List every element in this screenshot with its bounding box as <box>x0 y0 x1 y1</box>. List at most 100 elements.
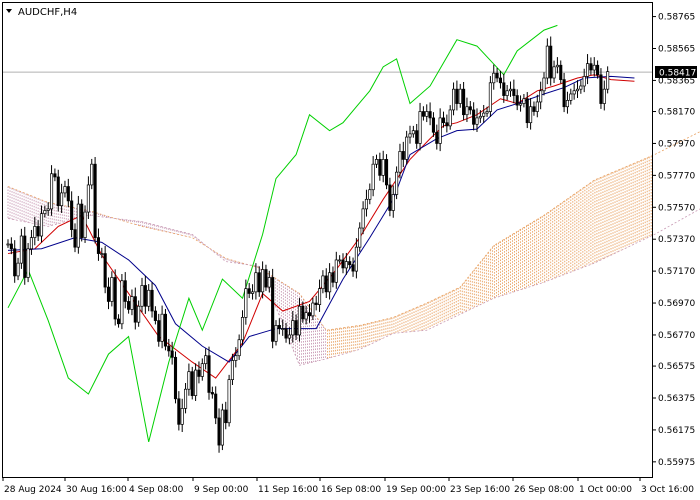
candle-body <box>318 288 322 305</box>
candle-body <box>83 211 87 238</box>
candle-body <box>19 235 23 264</box>
candle-body <box>555 64 559 68</box>
candle-body <box>251 291 255 294</box>
candle-body <box>472 109 476 125</box>
candle-body <box>351 264 355 272</box>
candle-body <box>328 272 332 293</box>
candle-body <box>120 280 124 325</box>
candle-body <box>361 208 365 229</box>
candle-body <box>106 286 111 302</box>
candle-body <box>194 369 198 396</box>
candle-body <box>411 130 415 135</box>
y-tick-label: 0.58565 <box>658 44 695 54</box>
candle-body <box>542 77 546 92</box>
candle-body <box>261 269 265 293</box>
candle-body <box>582 76 586 87</box>
candle-body <box>495 72 499 79</box>
candle-body <box>127 301 131 310</box>
candle-body <box>204 355 208 365</box>
candle-body <box>200 363 204 377</box>
candle-body <box>173 356 178 400</box>
candle-body <box>304 312 308 320</box>
candle-body <box>254 272 258 293</box>
y-tick-label: 0.57370 <box>658 235 695 245</box>
candle-body <box>508 88 513 92</box>
candle-body <box>418 111 422 144</box>
x-tick-label: 1 Oct 00:00 <box>579 485 632 495</box>
candle-body <box>53 173 57 178</box>
candle-body <box>549 45 553 79</box>
candle-body <box>197 369 201 377</box>
candle-body <box>465 106 469 116</box>
price-badge-value: 0.58417 <box>659 69 696 79</box>
candle-body <box>264 269 268 288</box>
candle-body <box>187 371 191 390</box>
candle-body <box>539 90 543 103</box>
y-tick-label: 0.56375 <box>658 394 695 404</box>
chart-area[interactable]: 0.587650.585650.583650.581700.579700.577… <box>0 0 700 500</box>
candle-body <box>421 111 425 117</box>
candle-body <box>381 159 385 176</box>
candle-body <box>435 131 439 144</box>
candle-body <box>287 334 291 339</box>
candle-body <box>49 173 54 210</box>
candle-body <box>518 103 523 106</box>
candle-body <box>244 288 248 318</box>
candle-body <box>163 313 168 347</box>
candle-body <box>448 109 452 127</box>
candle-body <box>63 186 67 194</box>
candle-body <box>284 328 288 339</box>
candle-body <box>257 272 261 293</box>
candle-body <box>137 305 141 323</box>
candle-body <box>485 111 489 114</box>
candle-body <box>297 305 302 336</box>
candle-body <box>498 77 503 84</box>
candle-body <box>224 409 228 424</box>
y-tick-label: 0.57170 <box>658 267 695 277</box>
candle-body <box>324 275 328 293</box>
candle-body <box>431 117 436 133</box>
y-tick-label: 0.56770 <box>658 331 695 341</box>
candle-body <box>86 184 90 213</box>
candle-body <box>488 82 492 112</box>
y-tick-label: 0.57570 <box>658 203 695 213</box>
candle-body <box>6 243 10 246</box>
candle-body <box>46 208 50 211</box>
candle-body <box>180 408 184 425</box>
candle-body <box>133 296 137 323</box>
candle-body <box>408 133 412 138</box>
candle-body <box>334 259 338 283</box>
candle-body <box>338 259 342 262</box>
candle-body <box>230 360 235 380</box>
candle-body <box>391 194 395 211</box>
candle-body <box>525 98 529 124</box>
candle-body <box>307 312 312 317</box>
candle-body <box>110 277 114 302</box>
candle-body <box>596 64 600 76</box>
candle-body <box>321 275 325 290</box>
candle-body <box>341 259 345 269</box>
candle-body <box>311 302 315 317</box>
candle-body <box>56 176 60 207</box>
candle-body <box>66 186 70 202</box>
candle-body <box>93 163 97 238</box>
candle-body <box>512 88 516 96</box>
candle-body <box>170 350 174 358</box>
candle-body <box>374 159 379 165</box>
candle-body <box>123 280 127 302</box>
candle-body <box>96 237 101 254</box>
candle-body <box>405 136 409 160</box>
candle-body <box>545 45 549 79</box>
candle-body <box>16 262 20 277</box>
candle-body <box>388 184 392 211</box>
candle-body <box>103 253 107 288</box>
candle-body <box>585 63 590 77</box>
candle-body <box>606 71 610 90</box>
candle-body <box>425 111 429 117</box>
candle-body <box>344 261 348 269</box>
candle-body <box>140 285 144 307</box>
x-tick-label: 9 Sep 00:00 <box>194 485 249 495</box>
candle-body <box>143 285 147 307</box>
candle-body <box>458 88 462 104</box>
candle-body <box>364 198 369 210</box>
